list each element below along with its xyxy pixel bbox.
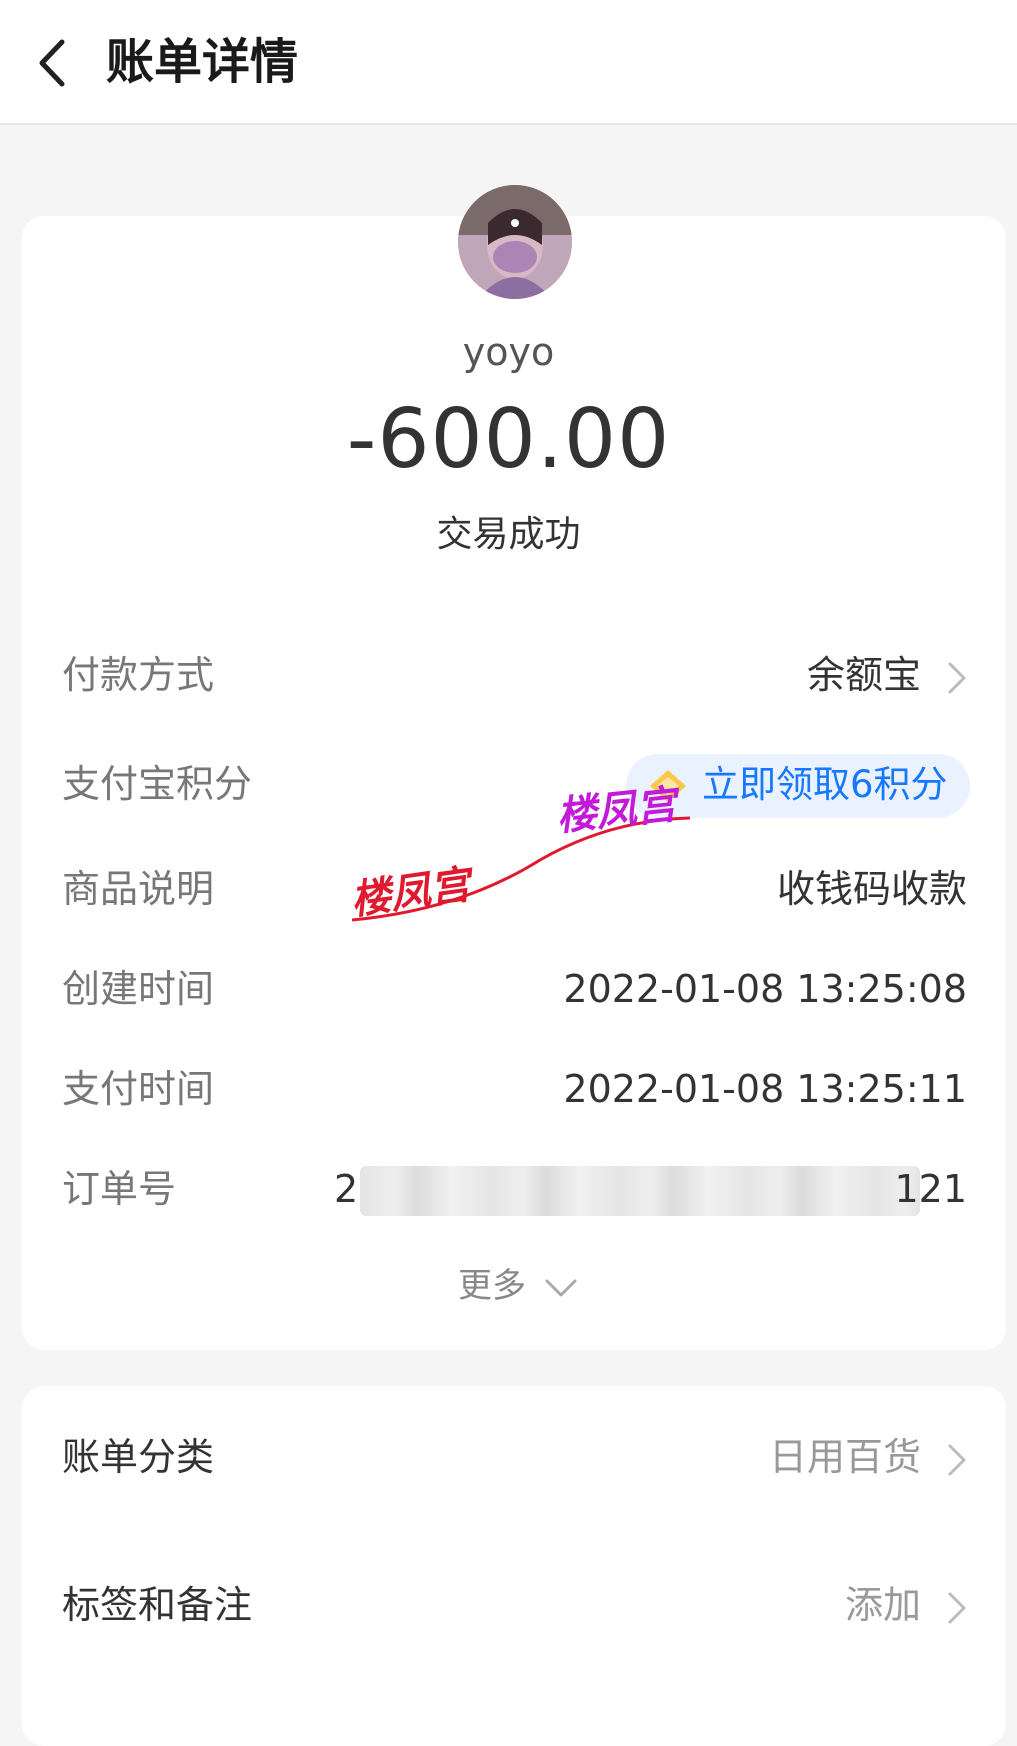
paid-time-value: 2022-01-08 13:25:11 — [563, 1067, 967, 1111]
payment-method-label: 付款方式 — [62, 653, 215, 697]
created-time-value: 2022-01-08 13:25:08 — [563, 967, 967, 1011]
counterparty-name: yoyo — [462, 330, 555, 374]
chevron-right-icon[interactable] — [946, 1590, 968, 1626]
paid-time-label: 支付时间 — [62, 1067, 215, 1111]
created-time-label: 创建时间 — [62, 967, 215, 1011]
avatar[interactable] — [458, 185, 572, 299]
order-number-prefix: 2 — [334, 1167, 359, 1211]
category-label: 账单分类 — [62, 1435, 215, 1479]
payment-method-value[interactable]: 余额宝 — [807, 650, 921, 700]
transaction-status: 交易成功 — [436, 514, 581, 555]
chevron-right-icon[interactable] — [946, 660, 968, 696]
description-label: 商品说明 — [62, 867, 215, 911]
page-title: 账单详情 — [106, 34, 299, 90]
description-value: 收钱码收款 — [776, 867, 967, 911]
order-number-suffix: 121 — [894, 1167, 967, 1211]
back-button[interactable] — [22, 28, 92, 98]
points-label: 支付宝积分 — [62, 762, 253, 806]
claim-points-label: 立即领取6积分 — [702, 763, 948, 806]
category-value[interactable]: 日用百货 — [769, 1432, 921, 1482]
chevron-down-icon — [545, 1279, 577, 1297]
order-number-label: 订单号 — [62, 1167, 177, 1211]
order-number-redaction — [360, 1166, 920, 1216]
tags-notes-value[interactable]: 添加 — [845, 1580, 921, 1630]
chevron-left-icon — [39, 39, 65, 87]
tags-notes-label: 标签和备注 — [62, 1583, 253, 1627]
transaction-amount: -600.00 — [346, 392, 671, 487]
more-label: 更多 — [458, 1266, 526, 1306]
app-header: 账单详情 — [0, 0, 1017, 125]
chevron-right-icon[interactable] — [946, 1442, 968, 1478]
more-toggle[interactable]: 更多 — [458, 1262, 577, 1310]
